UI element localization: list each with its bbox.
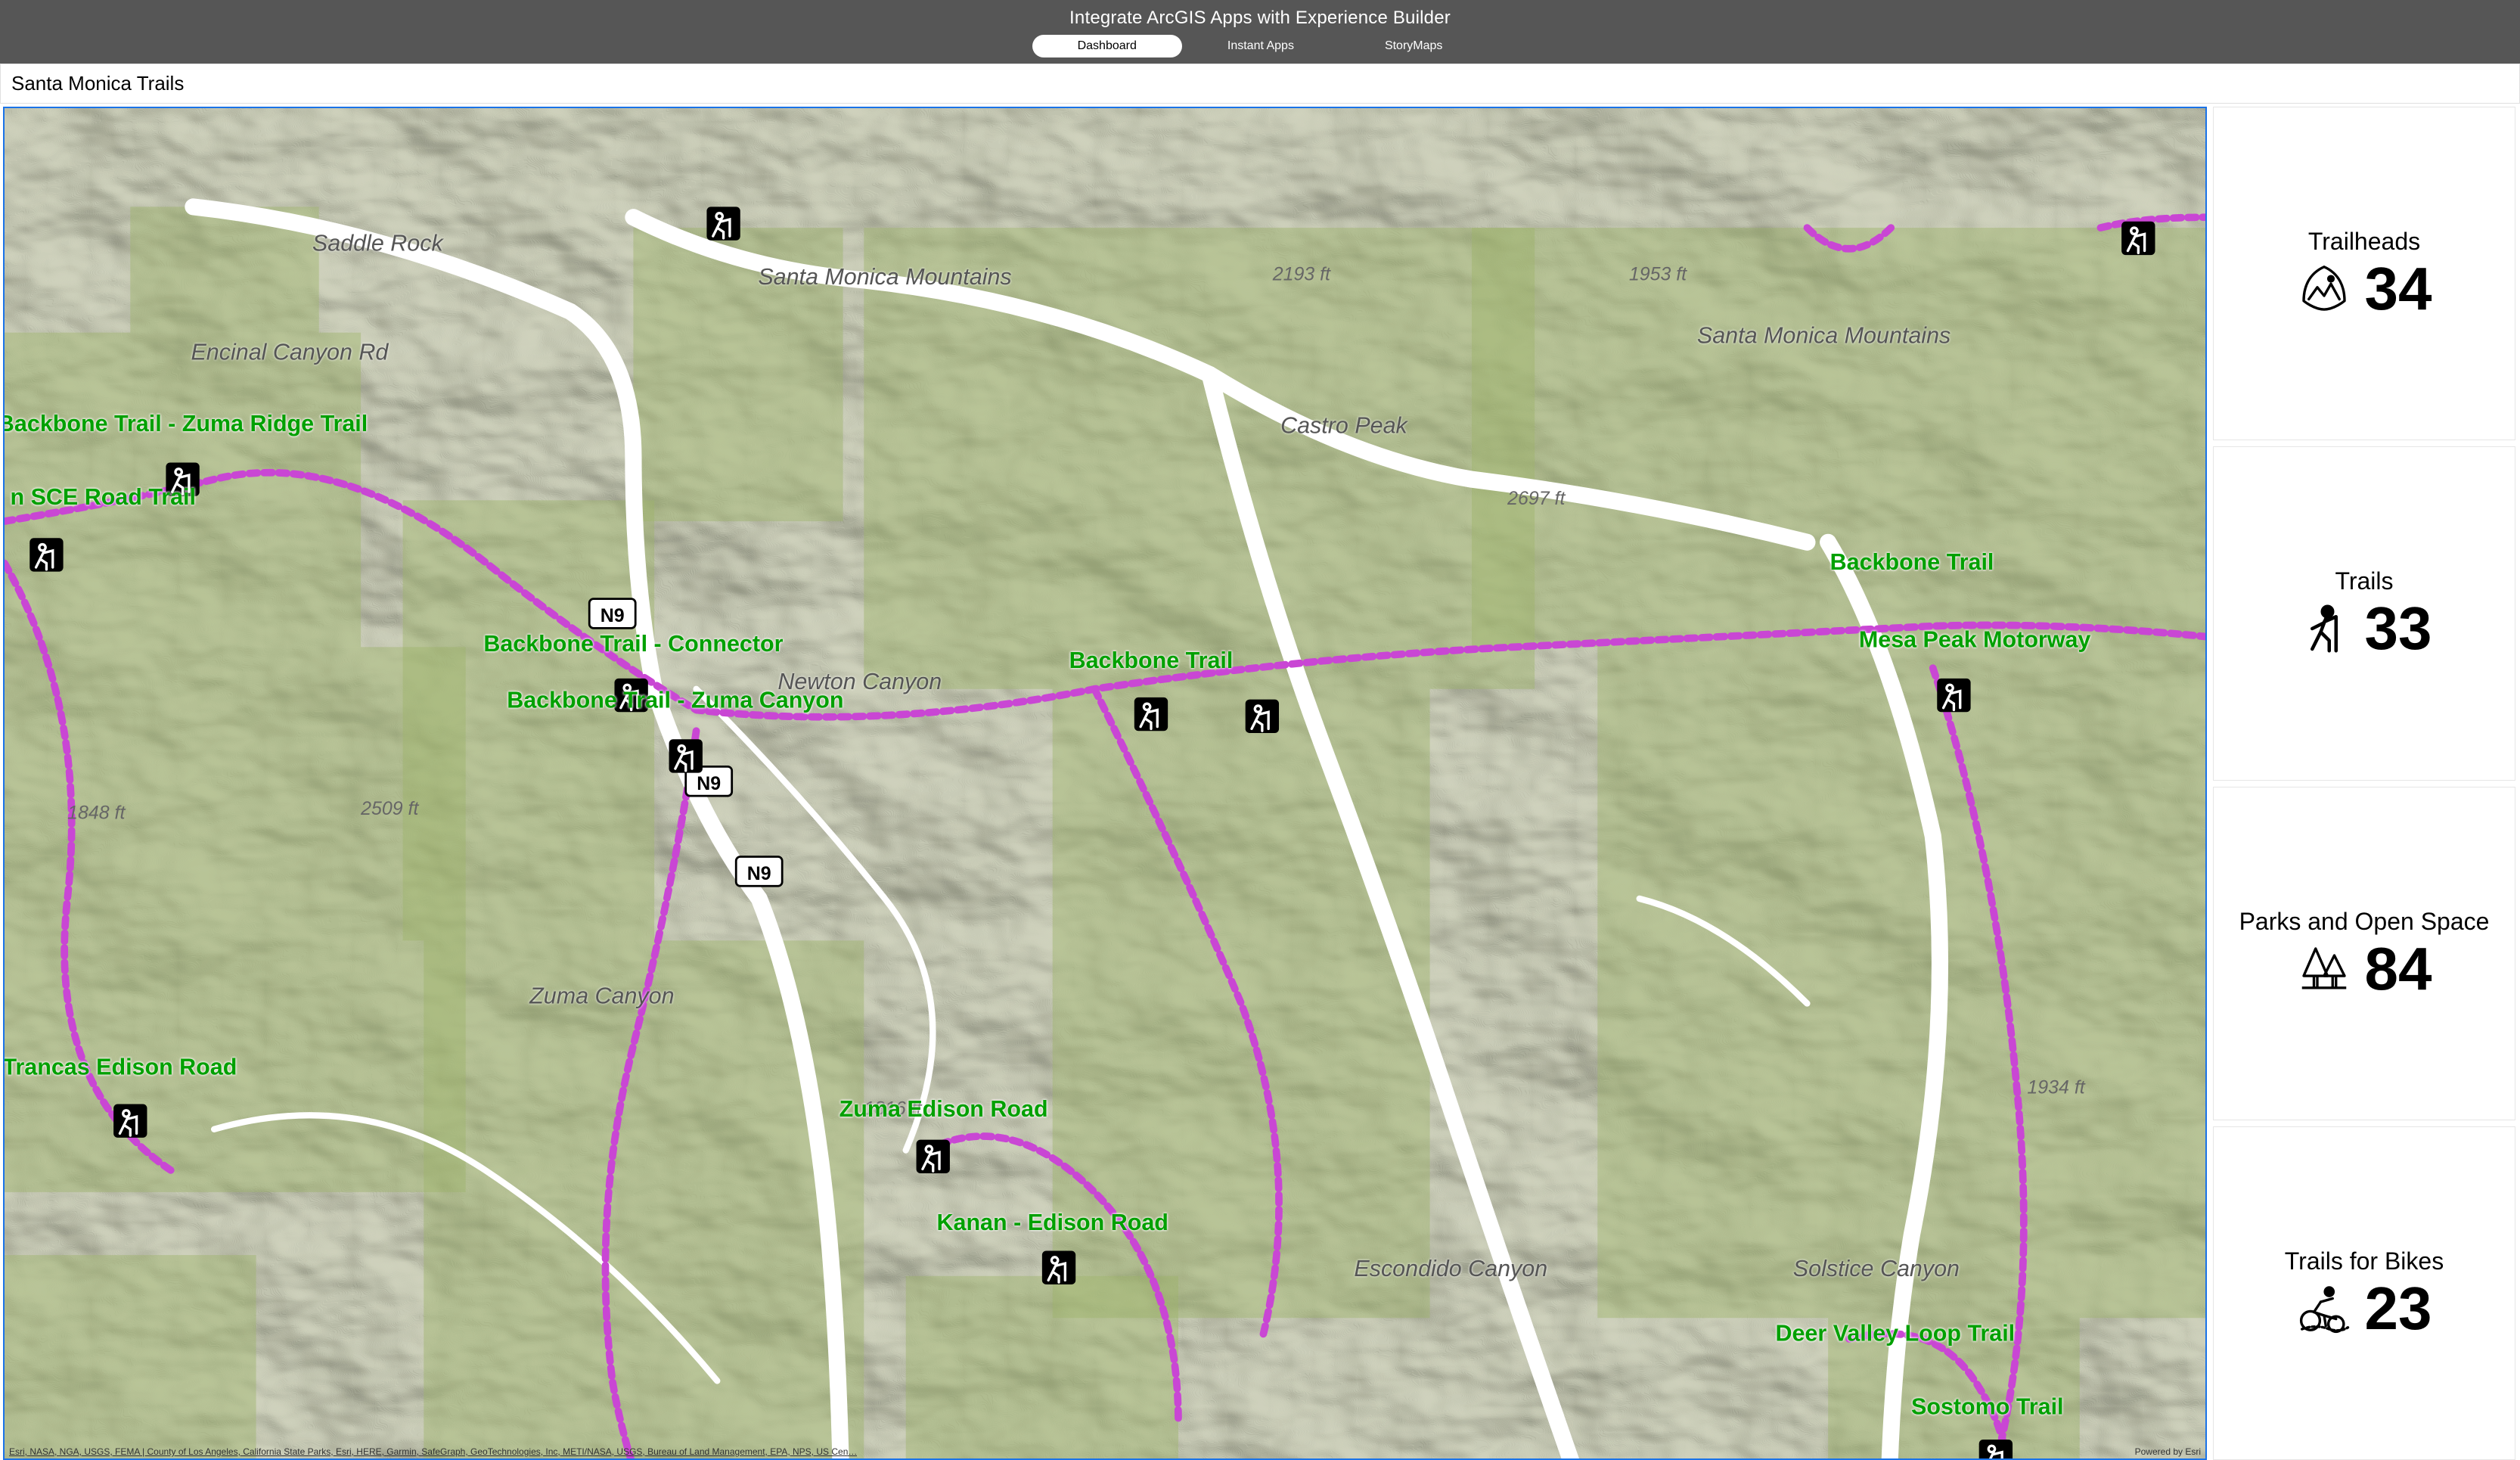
header-bar: Integrate ArcGIS Apps with Experience Bu… [0,0,2520,64]
stat-value: 23 [2365,1278,2432,1339]
trail-label: Backbone Trail - Connector [483,631,783,657]
trail-label: Mesa Peak Motorway [1859,626,2091,652]
elevation-label: 2509 ft [360,798,419,819]
hiker-marker-icon[interactable] [1134,697,1168,731]
trail-label: Deer Valley Loop Trail [1775,1321,2015,1347]
map-svg[interactable]: N9 N9 N9 Saddle Rock Santa Monica Mountains… [5,108,2205,1458]
hiker-marker-icon[interactable] [29,538,63,571]
trail-label: Backbone Trail - Zuma Ridge Trail [5,411,368,436]
trail-label: Sostomo Trail [1911,1394,2063,1420]
geo-label: Escondido Canyon [1354,1256,1547,1281]
bike-icon [2297,1281,2351,1336]
stat-card-trails: Trails 33 [2213,446,2515,780]
stats-column: Trailheads 34 Trails [2213,107,2515,1460]
elevation-label: 1934 ft [2027,1077,2085,1098]
svg-text:N9: N9 [601,605,625,626]
map-attribution-powered: Powered by Esri [2135,1446,2201,1457]
hiker-marker-icon[interactable] [917,1140,950,1173]
elevation-label: 2193 ft [1272,263,1331,284]
app-tab-row: Dashboard Instant Apps StoryMaps [1032,35,1488,57]
geo-label: Solstice Canyon [1793,1256,1960,1281]
stat-card-trailheads: Trailheads 34 [2213,107,2515,440]
stat-title: Parks and Open Space [2239,908,2490,936]
trail-label: n SCE Road Trail [11,484,197,510]
road-shield: N9 [736,857,782,887]
stat-value: 84 [2365,939,2432,999]
elevation-label: 2697 ft [1507,488,1566,509]
stat-card-bikes: Trails for Bikes 23 [2213,1126,2515,1460]
map-panel[interactable]: N9 N9 N9 Saddle Rock Santa Monica Mountains… [3,107,2207,1460]
tab-instant-apps[interactable]: Instant Apps [1182,35,1339,57]
trail-label: Trancas Edison Road [5,1055,237,1080]
tab-storymaps[interactable]: StoryMaps [1339,35,1488,57]
svg-text:N9: N9 [747,863,771,884]
content-area: N9 N9 N9 Saddle Rock Santa Monica Mountains… [0,104,2520,1460]
geo-label: Zuma Canyon [529,983,674,1009]
hiker-marker-icon[interactable] [669,739,703,772]
dashboard-title: Santa Monica Trails [0,64,2520,104]
stat-title: Trails for Bikes [2285,1247,2444,1275]
geo-label: Saddle Rock [312,231,445,256]
svg-text:N9: N9 [697,773,721,794]
map-attribution: Esri, NASA, NGA, USGS, FEMA | County of … [9,1446,2201,1457]
hiker-marker-icon[interactable] [113,1104,147,1138]
stat-value: 33 [2365,598,2432,659]
trail-label: Backbone Trail - Zuma Canyon [507,688,843,713]
geo-label: Santa Monica Mountains [758,264,1011,290]
trees-icon [2297,942,2351,996]
page-title: Integrate ArcGIS Apps with Experience Bu… [1069,8,1451,29]
trail-label: Backbone Trail [1069,648,1234,673]
trailhead-icon [2297,262,2351,316]
hiker-marker-icon[interactable] [2121,222,2155,255]
hiker-icon [2297,601,2351,656]
hiker-marker-icon[interactable] [1937,679,1970,712]
stat-title: Trails [2335,567,2393,595]
hiker-marker-icon[interactable] [1246,700,1279,733]
road-shield: N9 [589,599,635,629]
hiker-marker-icon[interactable] [1042,1251,1075,1284]
trail-label: Kanan - Edison Road [937,1210,1168,1235]
geo-label: Castro Peak [1280,413,1408,439]
geo-label: Santa Monica Mountains [1697,323,1951,349]
stat-title: Trailheads [2308,228,2420,256]
geo-label: Encinal Canyon Rd [191,340,389,365]
trail-label: Backbone Trail [1830,549,1994,575]
hiker-marker-icon[interactable] [706,207,740,240]
stat-card-parks: Parks and Open Space 84 [2213,787,2515,1120]
elevation-label: 1953 ft [1629,263,1687,284]
trail-label: Zuma Edison Road [839,1096,1048,1122]
map-attribution-sources: Esri, NASA, NGA, USGS, FEMA | County of … [9,1446,857,1457]
elevation-label: 1848 ft [67,803,126,824]
stat-value: 34 [2365,259,2432,319]
tab-dashboard[interactable]: Dashboard [1032,35,1182,57]
